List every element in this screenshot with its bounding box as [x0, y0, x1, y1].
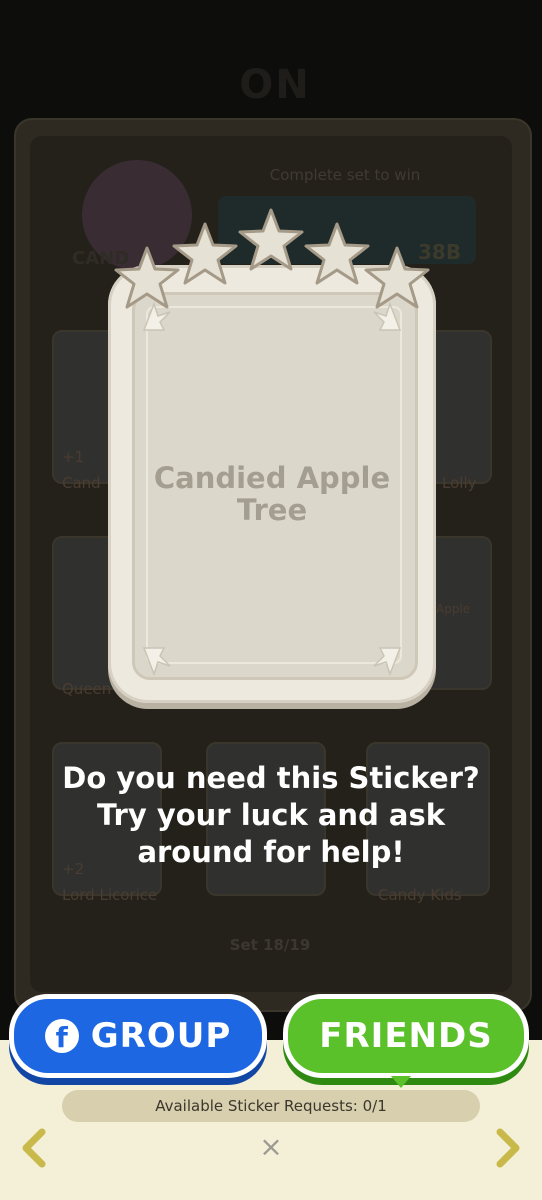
sticker-requests-status: Available Sticker Requests: 0/1	[62, 1090, 480, 1122]
selected-pointer	[391, 1076, 411, 1088]
chevron-right-icon[interactable]	[494, 1128, 524, 1168]
help-message-line3: around for help!	[137, 835, 405, 869]
sticker-name-line1: Candied Apple	[153, 461, 391, 495]
star-icon	[238, 208, 304, 271]
bg-card-1-count: +1	[62, 448, 85, 466]
album-title: ON	[239, 62, 311, 108]
close-icon[interactable]: ×	[258, 1130, 284, 1164]
group-button[interactable]: f GROUP	[14, 999, 262, 1073]
bg-card-4-label: Apple	[436, 602, 471, 616]
bg-card-5-label: Lord Licorice	[62, 886, 158, 904]
corner-ornament-icon	[142, 647, 171, 677]
sticker-name-line2: Tree	[236, 493, 308, 527]
help-message-line1: Do you need this Sticker?	[62, 761, 480, 795]
album-subtitle: Complete set to win	[269, 166, 421, 184]
friends-button-label: FRIENDS	[319, 1016, 493, 1056]
help-message-line2: Try your luck and ask	[96, 798, 446, 832]
chevron-left-icon[interactable]	[18, 1128, 48, 1168]
sticker-name: Candied Apple Tree	[140, 462, 404, 526]
bg-card-6-label: Candy Kids	[378, 886, 462, 904]
friends-button[interactable]: FRIENDS	[288, 999, 524, 1073]
star-icon	[172, 222, 238, 285]
facebook-icon: f	[44, 1019, 79, 1053]
set-counter: Set 18/19	[229, 936, 311, 954]
bg-card-3-label: Queen	[62, 680, 112, 698]
group-button-label: GROUP	[90, 1016, 232, 1056]
star-icon	[364, 246, 430, 309]
bg-card-2-label: Lolly	[442, 474, 477, 492]
bg-card-1-label: Cand	[62, 474, 101, 492]
corner-ornament-icon	[373, 647, 402, 677]
help-message: Do you need this Sticker? Try your luck …	[20, 760, 522, 871]
